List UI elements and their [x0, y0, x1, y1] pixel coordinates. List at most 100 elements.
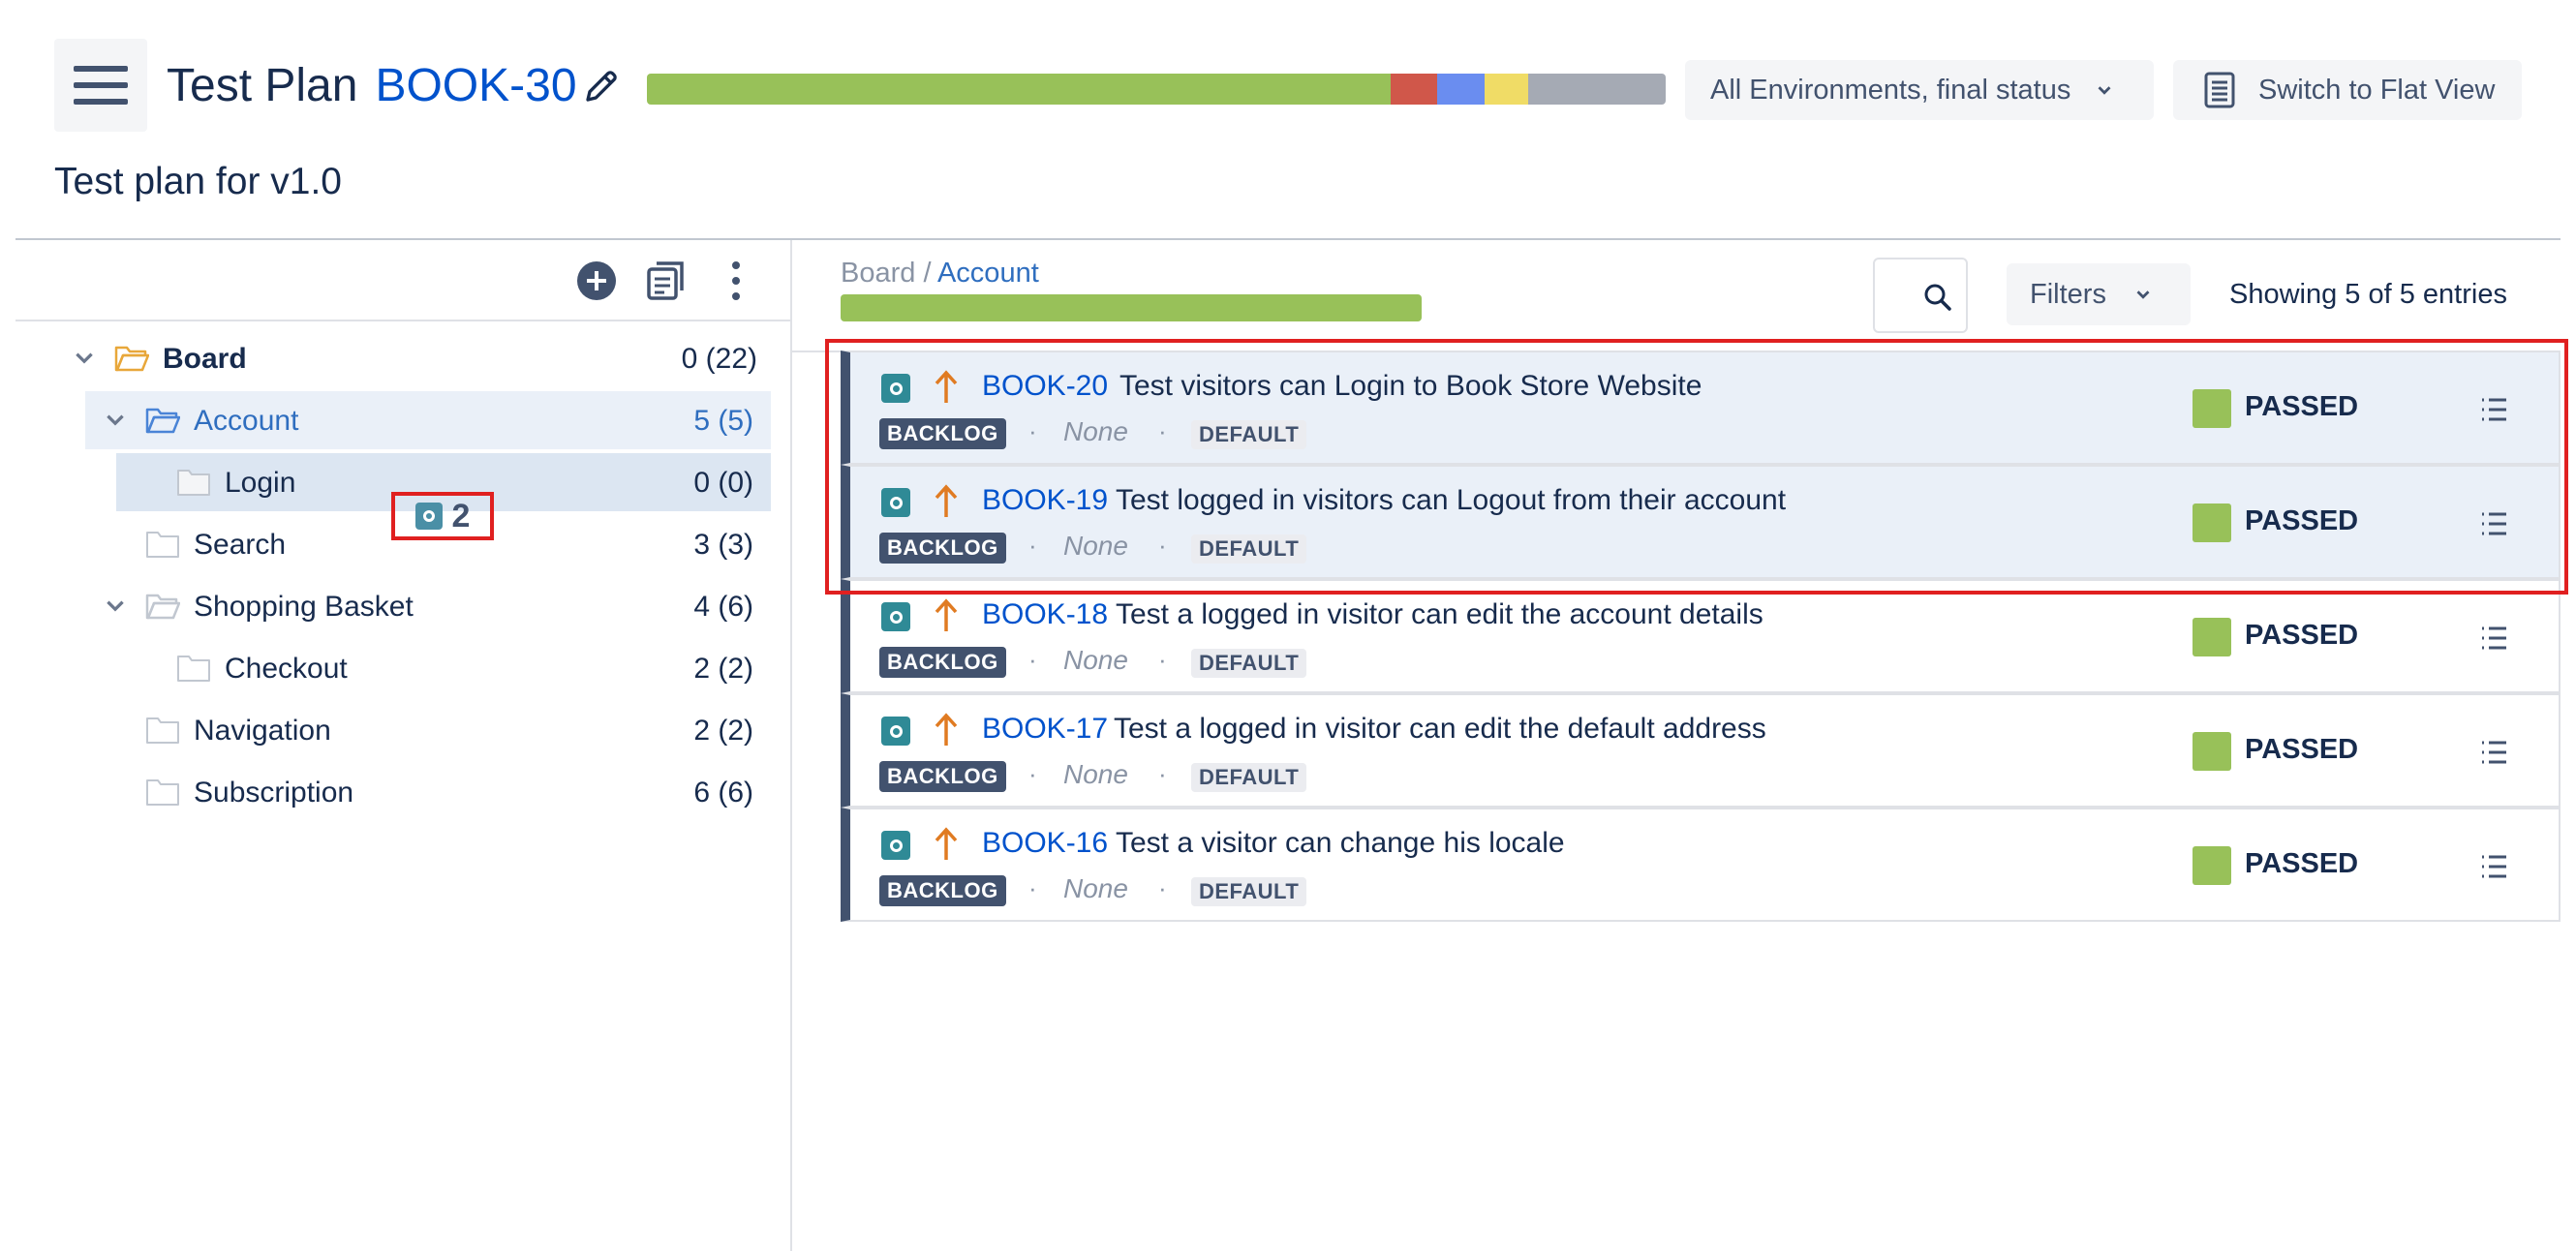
test-type-icon: [881, 602, 910, 631]
switch-flat-view-label: Switch to Flat View: [2258, 74, 2496, 106]
list-icon[interactable]: [2479, 397, 2508, 422]
status-color-square: [2193, 732, 2231, 771]
hamburger-icon[interactable]: [54, 39, 147, 132]
progress-segment-other: [1527, 74, 1666, 105]
separator-dot: ·: [1028, 531, 1037, 560]
separator-dot: ·: [1158, 759, 1167, 788]
chevron-down-icon[interactable]: [103, 594, 128, 619]
folder-icon: [146, 532, 179, 558]
progress-segment-failed: [1390, 74, 1438, 105]
breadcrumb-root[interactable]: Board: [841, 258, 915, 289]
chevron-down-icon[interactable]: [72, 346, 97, 371]
status-color-square: [2193, 846, 2231, 885]
assignee: None: [1063, 759, 1128, 789]
filters-button[interactable]: Filters: [2007, 263, 2191, 325]
tree-item-label: Login: [225, 467, 296, 499]
tree-item-navigation[interactable]: Navigation 2 (2): [85, 701, 771, 759]
environment-badge: DEFAULT: [1191, 649, 1307, 678]
switch-flat-view-button[interactable]: Switch to Flat View: [2173, 60, 2522, 120]
test-summary[interactable]: Test a logged in visitor can edit the ac…: [1116, 598, 1763, 631]
tree-item-label: Subscription: [194, 777, 354, 809]
tree-item-checkout[interactable]: Checkout 2 (2): [116, 639, 771, 697]
plan-key-link[interactable]: BOOK-30: [375, 59, 576, 112]
tree-item-label: Checkout: [225, 653, 348, 685]
test-summary[interactable]: Test visitors can Login to Book Store We…: [1119, 370, 1702, 403]
filters-label: Filters: [2030, 278, 2106, 310]
status-color-square: [2193, 389, 2231, 428]
environment-badge: DEFAULT: [1191, 420, 1307, 449]
progress-segment-executing: [1437, 74, 1485, 105]
priority-arrow-icon: [935, 827, 958, 860]
test-result-status[interactable]: PASSED: [2245, 848, 2358, 880]
chevron-down-icon[interactable]: [103, 408, 128, 433]
environment-select-value: All Environments, final status: [1710, 74, 2071, 106]
assignee: None: [1063, 873, 1128, 903]
folder-open-icon: [114, 346, 149, 372]
tree-item-count: 5 (5): [693, 405, 753, 437]
list-icon[interactable]: [2479, 626, 2508, 651]
test-key-link[interactable]: BOOK-16: [982, 827, 1108, 860]
test-result-status[interactable]: PASSED: [2245, 505, 2358, 537]
environment-badge: DEFAULT: [1191, 534, 1307, 564]
test-key-link[interactable]: BOOK-19: [982, 484, 1108, 517]
test-row[interactable]: BOOK-18 Test a logged in visitor can edi…: [841, 579, 2561, 693]
test-summary[interactable]: Test a logged in visitor can edit the de…: [1114, 713, 1766, 746]
tree-item-board[interactable]: Board 0 (22): [15, 329, 775, 387]
plan-subtitle: Test plan for v1.0: [54, 161, 342, 202]
separator-dot: ·: [1158, 531, 1167, 560]
add-icon[interactable]: [575, 259, 618, 302]
status-badge: BACKLOG: [879, 418, 1006, 449]
panel-divider: [790, 240, 792, 1251]
assignee: None: [1063, 416, 1128, 446]
priority-arrow-icon: [935, 713, 958, 746]
test-key-link[interactable]: BOOK-20: [982, 370, 1108, 403]
tree-item-count: 0 (0): [693, 467, 753, 499]
status-color-square: [2193, 503, 2231, 542]
test-summary[interactable]: Test logged in visitors can Logout from …: [1116, 484, 1786, 517]
search-icon[interactable]: [1923, 283, 1952, 312]
status-badge: BACKLOG: [879, 875, 1006, 906]
list-icon[interactable]: [2479, 854, 2508, 879]
tree-item-count: 2 (2): [693, 653, 753, 685]
folder-icon: [177, 470, 210, 496]
pencil-icon[interactable]: [583, 66, 622, 105]
separator-dot: ·: [1028, 645, 1037, 674]
priority-arrow-icon: [935, 598, 958, 631]
test-result-status[interactable]: PASSED: [2245, 620, 2358, 652]
test-type-icon: [881, 374, 910, 403]
status-badge: BACKLOG: [879, 647, 1006, 678]
test-row[interactable]: BOOK-19 Test logged in visitors can Logo…: [841, 465, 2561, 579]
test-key-link[interactable]: BOOK-18: [982, 598, 1108, 631]
environment-select[interactable]: All Environments, final status: [1685, 60, 2154, 120]
test-row[interactable]: BOOK-16 Test a visitor can change his lo…: [841, 808, 2561, 922]
search-input[interactable]: [1873, 258, 1968, 333]
tree-item-count: 3 (3): [693, 529, 753, 561]
tree-item-shopping-basket[interactable]: Shopping Basket 4 (6): [85, 577, 771, 635]
test-row[interactable]: BOOK-17 Test a logged in visitor can edi…: [841, 693, 2561, 808]
copy-icon[interactable]: [645, 259, 688, 302]
folder-open-icon: [145, 594, 180, 620]
separator-dot: ·: [1158, 416, 1167, 445]
list-icon[interactable]: [2479, 511, 2508, 536]
test-result-status[interactable]: PASSED: [2245, 734, 2358, 766]
more-icon[interactable]: [715, 259, 757, 302]
test-icon: [414, 503, 443, 530]
list-icon[interactable]: [2479, 740, 2508, 765]
priority-arrow-icon: [935, 484, 958, 517]
test-summary[interactable]: Test a visitor can change his locale: [1116, 827, 1565, 860]
status-badge: BACKLOG: [879, 761, 1006, 792]
tree-item-label: Search: [194, 529, 287, 561]
environment-badge: DEFAULT: [1191, 877, 1307, 906]
tree-item-subscription[interactable]: Subscription 6 (6): [85, 763, 771, 821]
assignee: None: [1063, 531, 1128, 561]
drag-badge[interactable]: 2: [391, 492, 494, 540]
drag-badge-count: 2: [451, 497, 471, 534]
plan-progress-bar: [647, 74, 1666, 105]
test-result-status[interactable]: PASSED: [2245, 391, 2358, 423]
test-key-link[interactable]: BOOK-17: [982, 713, 1108, 746]
tree-item-count: 4 (6): [693, 591, 753, 623]
tree-item-account[interactable]: Account 5 (5): [85, 391, 771, 449]
environment-badge: DEFAULT: [1191, 763, 1307, 792]
test-row[interactable]: BOOK-20 Test visitors can Login to Book …: [841, 351, 2561, 465]
breadcrumb-current[interactable]: Account: [937, 258, 1039, 289]
